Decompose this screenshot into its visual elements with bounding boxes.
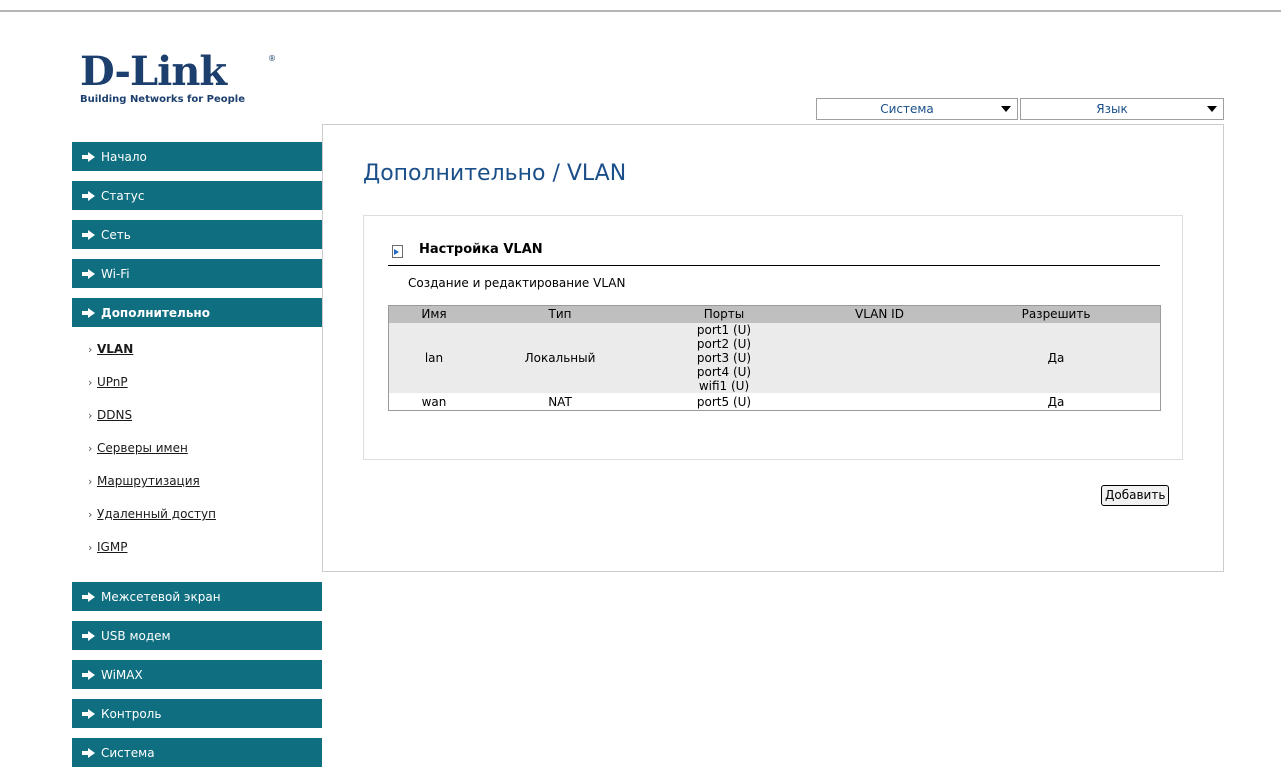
sidebar-item-wimax[interactable]: WiMAX	[72, 656, 322, 689]
sidebar-subitem-igmp[interactable]: › IGMP	[72, 532, 322, 565]
sidebar-subitem-routing[interactable]: › Маршрутизация	[72, 466, 322, 499]
sidebar-item-control[interactable]: Контроль	[72, 695, 322, 728]
sidebar-subitem-upnp[interactable]: › UPnP	[72, 367, 322, 400]
logo-wordmark: D-Link	[80, 48, 227, 95]
cell-ports: port1 (U) port2 (U) port3 (U) port4 (U) …	[641, 323, 807, 393]
arrow-right-icon	[82, 592, 96, 602]
arrow-right-icon	[82, 308, 96, 318]
column-header-ports: Порты	[703, 307, 745, 321]
arrow-right-icon	[82, 709, 96, 719]
cell-name: lan	[424, 351, 444, 365]
sub-bullet: ›	[88, 442, 93, 455]
sidebar-item-wifi[interactable]: Wi-Fi	[72, 255, 322, 288]
sidebar-item-usb-modem[interactable]: USB модем	[72, 617, 322, 650]
column-header-enabled: Разрешить	[1021, 307, 1091, 321]
vlan-settings-section: Настройка VLAN Создание и редактирование…	[363, 215, 1183, 460]
vlan-table: Имя Тип Порты VLAN ID Разрешить lan Лока…	[388, 305, 1161, 411]
sidebar-item-status[interactable]: Статус	[72, 177, 322, 210]
language-menu-label: Язык	[1096, 102, 1128, 116]
sub-bullet: ›	[88, 475, 93, 488]
cell-name: wan	[421, 394, 447, 409]
port-entry: wifi1 (U)	[698, 379, 750, 393]
sidebar-item-home[interactable]: Начало	[72, 138, 322, 171]
sidebar-item-label: Wi-Fi	[101, 267, 130, 281]
sidebar-item-label: WiMAX	[101, 668, 143, 682]
sidebar-item-system[interactable]: Система	[72, 734, 322, 767]
cell-ports: port5 (U)	[696, 394, 752, 409]
cell-enabled: Да	[1047, 351, 1065, 365]
column-header-vlan-id: VLAN ID	[855, 307, 904, 321]
sub-bullet: ›	[88, 409, 93, 422]
system-menu-select[interactable]: Система	[816, 98, 1018, 120]
sidebar-subitem-remote-access[interactable]: › Удаленный доступ	[72, 499, 322, 532]
system-menu-label: Система	[880, 102, 934, 116]
sub-bullet: ›	[88, 343, 93, 356]
cell-enabled: Да	[1047, 394, 1065, 409]
logo-tagline: Building Networks for People	[80, 94, 245, 105]
sidebar-item-label: Дополнительно	[101, 306, 210, 320]
document-arrow-icon	[392, 245, 403, 258]
sidebar-item-label: Межсетевой экран	[101, 590, 221, 604]
sub-bullet: ›	[88, 541, 93, 554]
arrow-right-icon	[82, 191, 96, 201]
sidebar-subitem-label: Серверы имен	[97, 441, 188, 455]
sidebar-item-label: USB модем	[101, 629, 171, 643]
page-title: Дополнительно / VLAN	[363, 161, 627, 186]
sidebar-subitem-label: Маршрутизация	[97, 474, 200, 488]
port-entry: port3 (U)	[696, 351, 752, 365]
logo-trademark: ®	[268, 54, 276, 63]
section-title: Настройка VLAN	[419, 242, 543, 257]
sidebar-item-label: Начало	[101, 150, 147, 164]
table-header: Имя Тип Порты VLAN ID Разрешить	[389, 306, 1160, 323]
sidebar-subitem-label: VLAN	[97, 342, 134, 356]
section-header: Настройка VLAN	[388, 241, 1160, 266]
port-entry: port4 (U)	[696, 365, 752, 379]
sidebar-item-label: Сеть	[101, 228, 131, 242]
sidebar-item-label: Статус	[101, 189, 145, 203]
sidebar-item-label: Контроль	[101, 707, 162, 721]
arrow-right-icon	[82, 269, 96, 279]
dlink-logo: D-Link ® Building Networks for People	[80, 52, 280, 112]
sidebar-subitem-ddns[interactable]: › DDNS	[72, 400, 322, 433]
sidebar-subitem-label: Удаленный доступ	[97, 507, 216, 521]
chevron-down-icon	[1207, 106, 1217, 112]
cell-type: Локальный	[524, 351, 596, 365]
sub-bullet: ›	[88, 508, 93, 521]
sub-bullet: ›	[88, 376, 93, 389]
cell-type: NAT	[548, 394, 572, 409]
sidebar-subitem-label: UPnP	[97, 375, 128, 389]
sidebar-subitem-label: IGMP	[97, 540, 128, 554]
column-header-type: Тип	[548, 307, 572, 321]
language-menu-select[interactable]: Язык	[1020, 98, 1224, 120]
column-header-name: Имя	[421, 307, 447, 321]
sidebar-subitem-dns-servers[interactable]: › Серверы имен	[72, 433, 322, 466]
port-entry: port2 (U)	[696, 337, 752, 351]
arrow-right-icon	[82, 631, 96, 641]
section-description: Создание и редактирование VLAN	[408, 276, 626, 290]
sidebar-subitem-label: DDNS	[97, 408, 133, 422]
sidebar-subitem-vlan[interactable]: › VLAN	[72, 334, 322, 367]
top-divider	[0, 10, 1281, 12]
arrow-right-icon	[82, 152, 96, 162]
port-entry: port1 (U)	[696, 323, 752, 337]
sidebar-item-firewall[interactable]: Межсетевой экран	[72, 578, 322, 611]
sidebar-item-label: Система	[101, 746, 155, 760]
table-row[interactable]: wan NAT port5 (U) Да	[389, 393, 1160, 410]
add-button[interactable]: Добавить	[1101, 485, 1170, 506]
main-panel: Дополнительно / VLAN Настройка VLAN Созд…	[322, 124, 1224, 572]
sidebar-item-network[interactable]: Сеть	[72, 216, 322, 249]
arrow-right-icon	[82, 670, 96, 680]
arrow-right-icon	[82, 748, 96, 758]
sidebar-item-advanced[interactable]: Дополнительно	[72, 294, 322, 327]
arrow-right-icon	[82, 230, 96, 240]
chevron-down-icon	[1001, 106, 1011, 112]
table-row[interactable]: lan Локальный port1 (U) port2 (U) port3 …	[389, 323, 1160, 393]
